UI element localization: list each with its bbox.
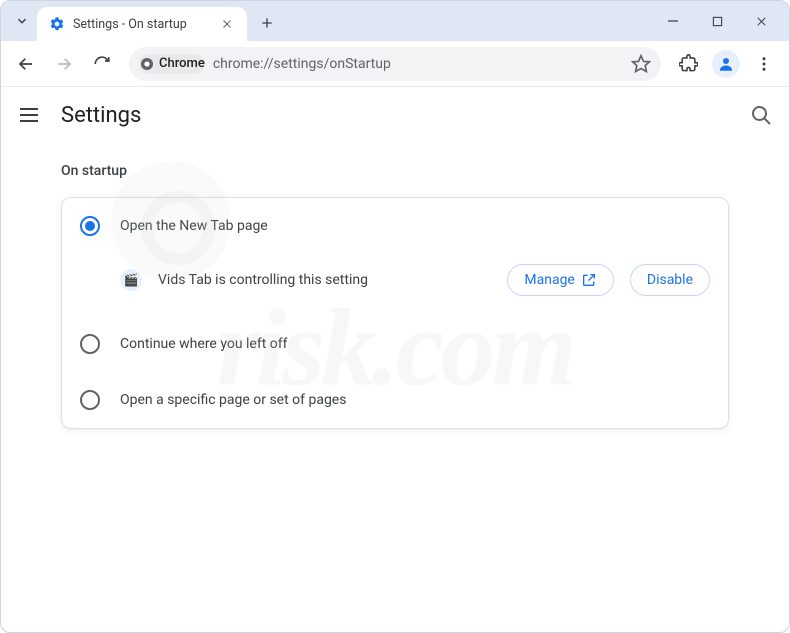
section-title: On startup bbox=[61, 163, 729, 179]
radio-unselected-icon[interactable] bbox=[80, 390, 100, 410]
forward-button[interactable] bbox=[47, 47, 81, 81]
browser-window: risk.com Settings - On startup bbox=[0, 0, 790, 633]
option-label: Open the New Tab page bbox=[120, 218, 268, 234]
origin-chip[interactable]: Chrome bbox=[139, 54, 205, 74]
controlled-by-message: Vids Tab is controlling this setting bbox=[158, 272, 491, 288]
browser-toolbar: Chrome chrome://settings/onStartup bbox=[1, 41, 789, 87]
new-tab-button[interactable] bbox=[253, 9, 281, 37]
tab-search-button[interactable] bbox=[7, 6, 37, 36]
search-icon[interactable] bbox=[749, 103, 773, 127]
window-titlebar: Settings - On startup bbox=[1, 1, 789, 41]
gear-icon bbox=[49, 16, 65, 32]
tab-title: Settings - On startup bbox=[73, 17, 211, 32]
disable-button[interactable]: Disable bbox=[630, 264, 710, 296]
extension-icon: 🎬 bbox=[120, 269, 142, 291]
option-label: Open a specific page or set of pages bbox=[120, 392, 346, 408]
open-in-new-icon bbox=[581, 272, 597, 288]
extensions-button[interactable] bbox=[671, 47, 705, 81]
radio-unselected-icon[interactable] bbox=[80, 334, 100, 354]
option-label: Continue where you left off bbox=[120, 336, 288, 352]
origin-chip-label: Chrome bbox=[159, 56, 205, 71]
radio-selected-icon[interactable] bbox=[80, 216, 100, 236]
menu-icon[interactable] bbox=[17, 103, 41, 127]
settings-content: On startup Open the New Tab page 🎬 Vids … bbox=[1, 143, 789, 449]
maximize-button[interactable] bbox=[695, 6, 739, 36]
browser-tab[interactable]: Settings - On startup bbox=[37, 7, 247, 41]
option-specific-pages[interactable]: Open a specific page or set of pages bbox=[62, 372, 728, 428]
chrome-icon bbox=[139, 56, 155, 72]
disable-button-label: Disable bbox=[647, 272, 693, 288]
bookmark-star-icon[interactable] bbox=[631, 54, 651, 74]
minimize-button[interactable] bbox=[651, 6, 695, 36]
profile-button[interactable] bbox=[709, 47, 743, 81]
address-bar[interactable]: Chrome chrome://settings/onStartup bbox=[129, 47, 661, 81]
startup-options-card: Open the New Tab page 🎬 Vids Tab is cont… bbox=[61, 197, 729, 429]
option-continue[interactable]: Continue where you left off bbox=[62, 316, 728, 372]
controlled-by-extension: 🎬 Vids Tab is controlling this setting M… bbox=[62, 254, 728, 316]
url-text: chrome://settings/onStartup bbox=[213, 56, 623, 72]
close-window-button[interactable] bbox=[739, 6, 783, 36]
reload-button[interactable] bbox=[85, 47, 119, 81]
manage-button[interactable]: Manage bbox=[507, 264, 613, 296]
manage-button-label: Manage bbox=[524, 272, 574, 288]
menu-button[interactable] bbox=[747, 47, 781, 81]
option-new-tab[interactable]: Open the New Tab page bbox=[62, 198, 728, 254]
back-button[interactable] bbox=[9, 47, 43, 81]
settings-header: Settings bbox=[1, 87, 789, 143]
page-title: Settings bbox=[61, 103, 141, 128]
avatar-icon bbox=[712, 50, 740, 78]
close-icon[interactable] bbox=[219, 16, 235, 32]
